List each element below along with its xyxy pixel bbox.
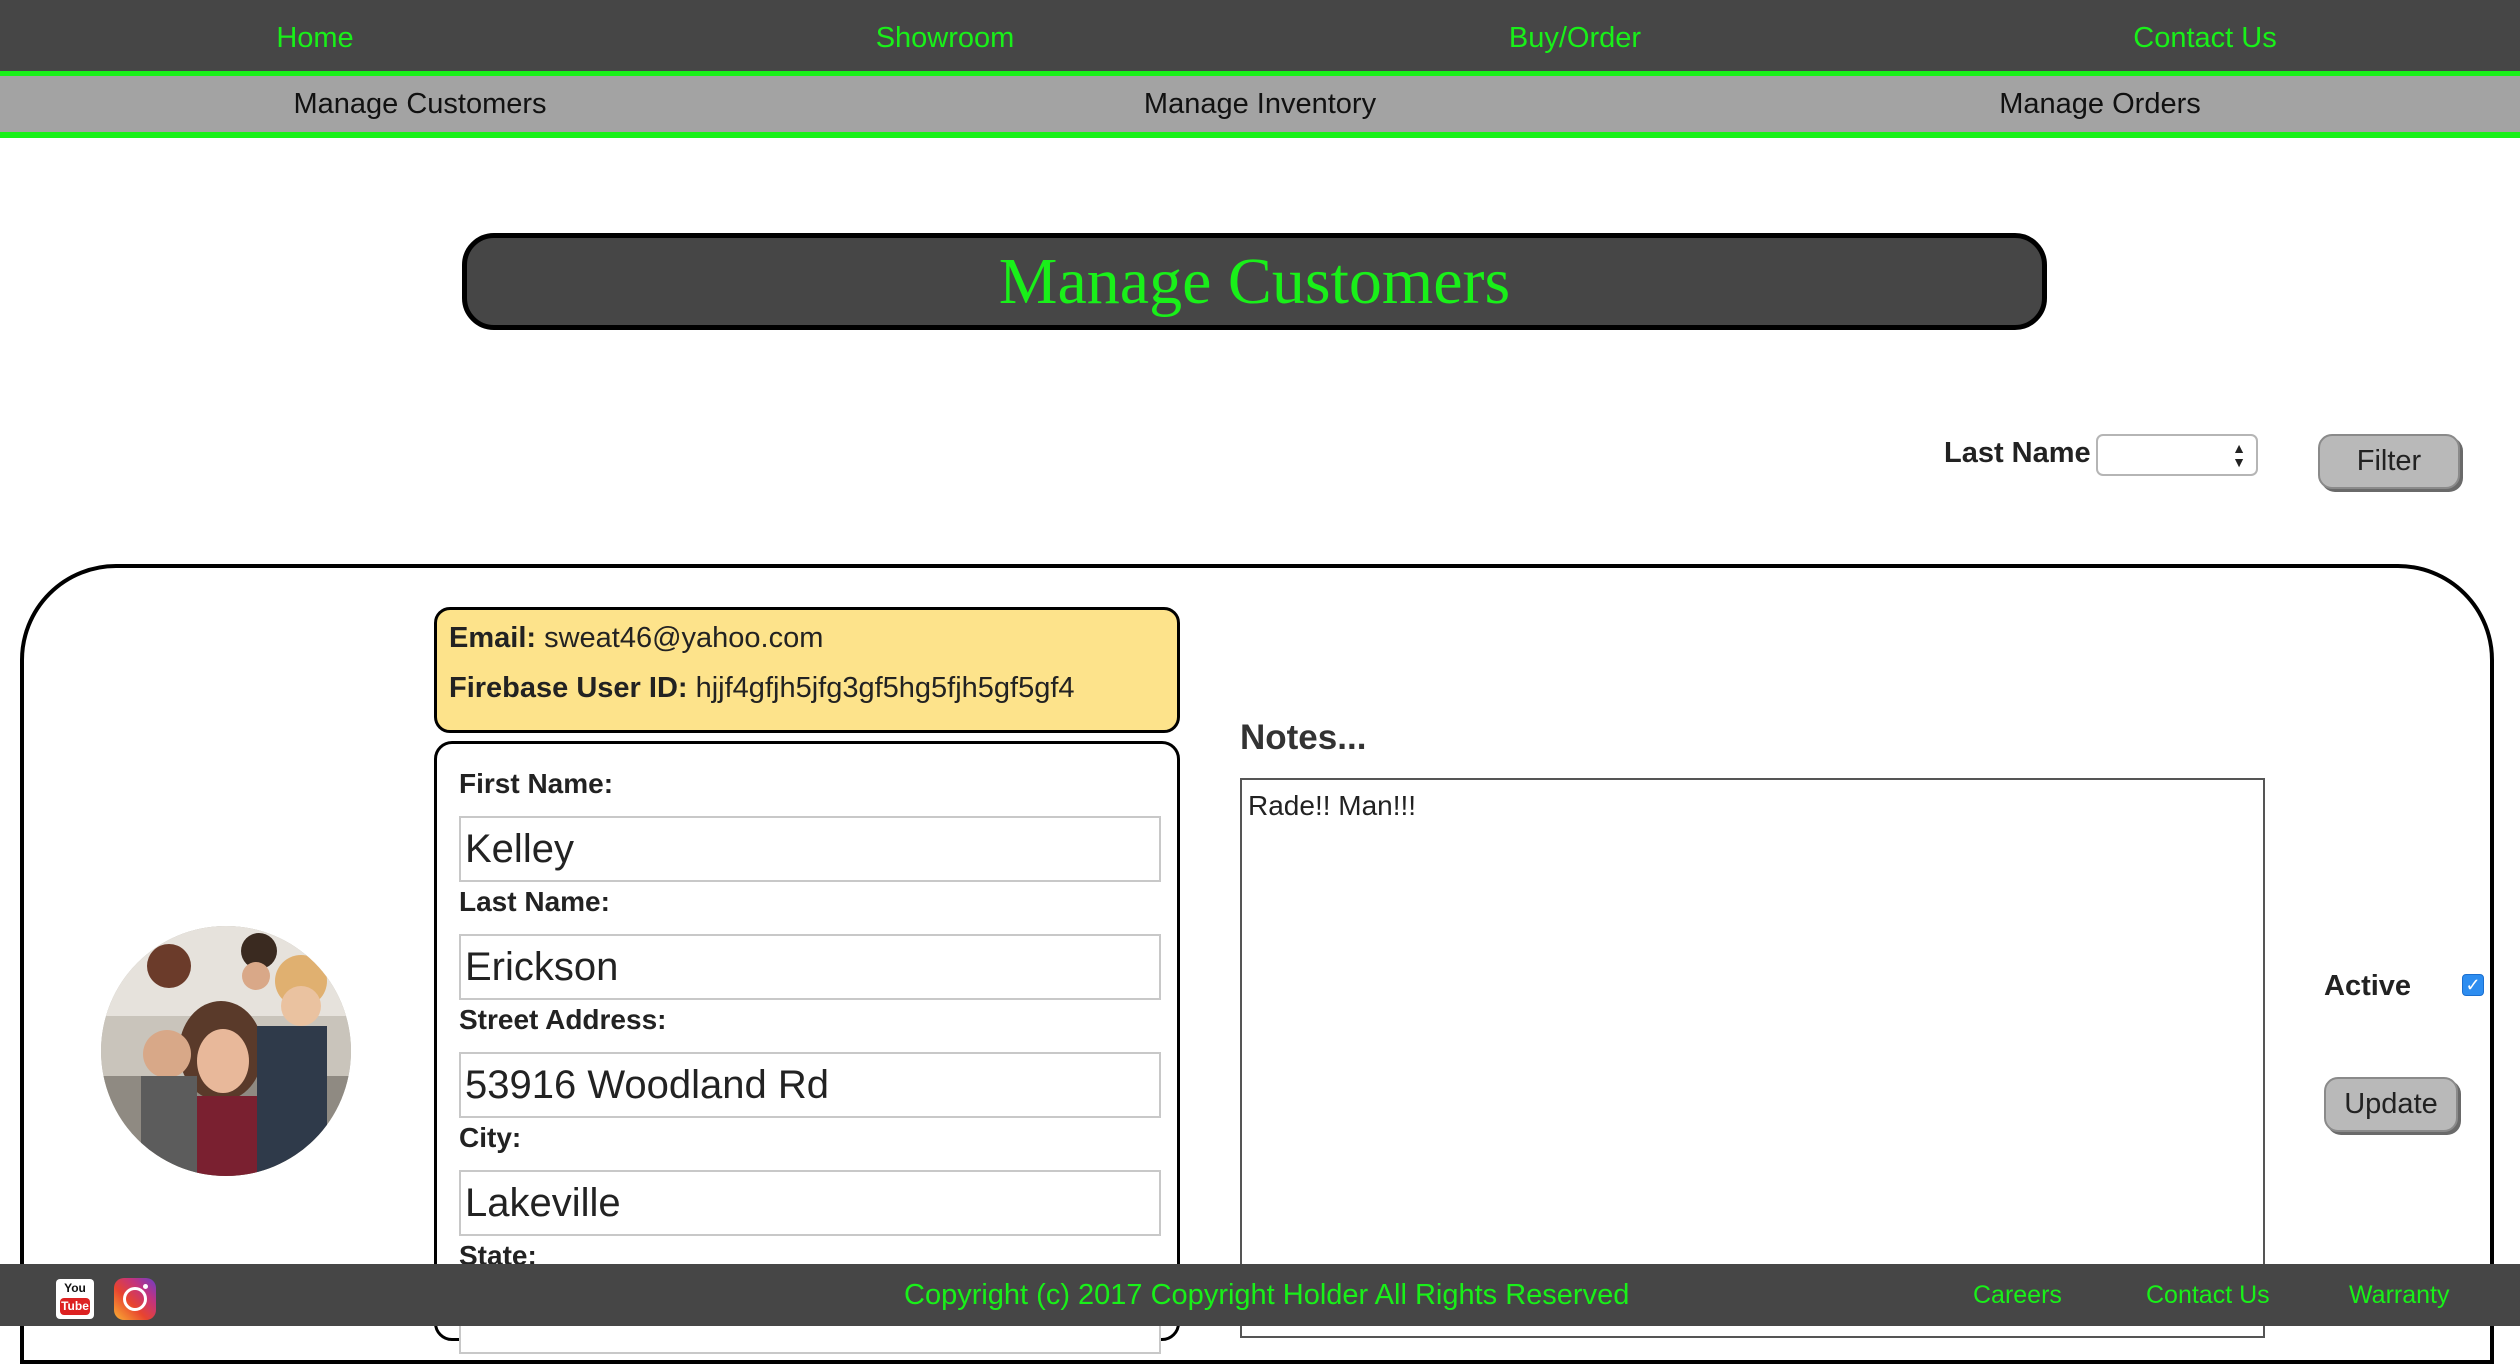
footer-contact-us-link[interactable]: Contact Us	[2146, 1281, 2270, 1310]
last-name-filter-select[interactable]: ▲ ▼	[2096, 434, 2258, 476]
top-nav: Home Showroom Buy/Order Contact Us	[0, 0, 2520, 76]
email-label: Email:	[449, 622, 537, 654]
instagram-icon-ring	[123, 1287, 147, 1311]
active-checkbox[interactable]: ✓	[2462, 974, 2484, 996]
street-address-input[interactable]	[459, 1052, 1161, 1118]
footer-warranty-link[interactable]: Warranty	[2349, 1281, 2449, 1310]
notes-label: Notes...	[1240, 718, 1367, 757]
instagram-icon[interactable]	[114, 1278, 156, 1320]
notes-textarea[interactable]: Rade!! Man!!!	[1240, 778, 2265, 1338]
customer-avatar	[101, 926, 351, 1176]
uid-line: Firebase User ID: hjjf4gfjh5jfg3gf5hg5fj…	[449, 670, 1165, 720]
nav-home-link[interactable]: Home	[0, 0, 630, 71]
filter-button[interactable]: Filter	[2318, 434, 2460, 489]
last-name-filter-label: Last Name	[1944, 437, 2091, 469]
first-name-label: First Name:	[459, 768, 614, 799]
subnav-manage-inventory-link[interactable]: Manage Inventory	[840, 76, 1680, 132]
checkmark-icon: ✓	[2465, 975, 2481, 995]
street-address-label: Street Address:	[459, 1004, 667, 1035]
youtube-icon-text-bottom: Tube	[60, 1298, 90, 1315]
firebase-uid-label: Firebase User ID:	[449, 672, 688, 704]
admin-subnav: Manage Customers Manage Inventory Manage…	[0, 76, 2520, 138]
subnav-manage-orders-link[interactable]: Manage Orders	[1680, 76, 2520, 132]
subnav-manage-customers-link[interactable]: Manage Customers	[0, 76, 840, 132]
instagram-icon-dot	[143, 1284, 148, 1289]
group-photo-image	[101, 926, 351, 1176]
youtube-icon-text-top: You	[64, 1281, 86, 1295]
email-value: sweat46@yahoo.com	[544, 622, 824, 654]
youtube-icon[interactable]: You Tube	[56, 1279, 94, 1319]
page-title: Manage Customers	[462, 233, 2047, 330]
customer-form: First Name: Last Name: Street Address: C…	[434, 741, 1180, 1354]
nav-buy-order-link[interactable]: Buy/Order	[1260, 0, 1890, 71]
account-info-box: Email: sweat46@yahoo.com Firebase User I…	[434, 607, 1180, 733]
city-input[interactable]	[459, 1170, 1161, 1236]
first-name-input[interactable]	[459, 816, 1161, 882]
city-label: City:	[459, 1122, 522, 1153]
nav-contact-us-link[interactable]: Contact Us	[1890, 0, 2520, 71]
last-name-label: Last Name:	[459, 886, 610, 917]
active-label: Active	[2324, 970, 2412, 1002]
last-name-input[interactable]	[459, 934, 1161, 1000]
nav-showroom-link[interactable]: Showroom	[630, 0, 1260, 71]
select-arrows-icon: ▲ ▼	[2232, 440, 2246, 470]
copyright-text: Copyright (c) 2017 Copyright Holder All …	[904, 1279, 1630, 1311]
update-button[interactable]: Update	[2324, 1077, 2458, 1132]
email-line: Email: sweat46@yahoo.com	[449, 620, 1165, 670]
footer-careers-link[interactable]: Careers	[1973, 1281, 2062, 1310]
firebase-uid-value: hjjf4gfjh5jfg3gf5hg5fjh5gf5gf4	[695, 672, 1075, 704]
